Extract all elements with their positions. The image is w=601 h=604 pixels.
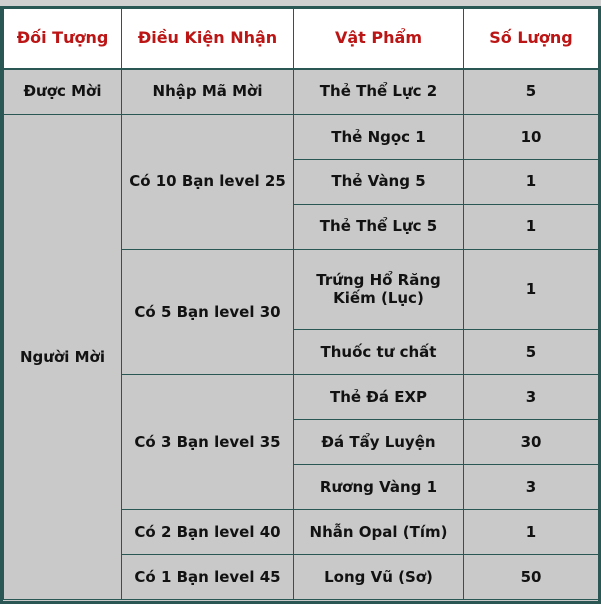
target-cell: Người Mời bbox=[3, 113, 122, 601]
column-header-item: Vật Phẩm bbox=[293, 8, 464, 70]
header-row: Đối Tượng Điều Kiện Nhận Vật Phẩm Số Lượ… bbox=[3, 8, 598, 70]
item-cell: Rương Vàng 1 bbox=[293, 464, 464, 511]
table-row: Được Mời Nhập Mã Mời Thẻ Thể Lực 25 bbox=[3, 68, 598, 115]
quantity-cell: 5 bbox=[463, 68, 598, 115]
reward-table-container: Đối Tượng Điều Kiện Nhận Vật Phẩm Số Lượ… bbox=[0, 6, 601, 604]
quantity-cell: 30 bbox=[463, 419, 598, 466]
quantity-cell: 1 bbox=[463, 248, 598, 331]
item-cell: Long Vũ (Sơ) bbox=[293, 553, 464, 601]
quantity-cell: 5 bbox=[463, 329, 598, 376]
condition-cell: Có 10 Bạn level 25 bbox=[121, 113, 294, 250]
quantity-cell: 3 bbox=[463, 374, 598, 421]
item-cell: Nhẫn Opal (Tím) bbox=[293, 509, 464, 555]
quantity-cell: 50 bbox=[463, 553, 598, 601]
quantity-cell: 1 bbox=[463, 203, 598, 250]
condition-cell: Có 2 Bạn level 40 bbox=[121, 509, 294, 555]
target-cell: Được Mời bbox=[3, 68, 122, 115]
item-cell: Thuốc tư chất bbox=[293, 329, 464, 376]
item-cell: Đá Tẩy Luyện bbox=[293, 419, 464, 466]
quantity-cell: 1 bbox=[463, 158, 598, 205]
condition-cell: Có 5 Bạn level 30 bbox=[121, 248, 294, 376]
column-header-target: Đối Tượng bbox=[3, 8, 122, 70]
item-cell: Thẻ Vàng 5 bbox=[293, 158, 464, 205]
item-cell: Thẻ Thể Lực 2 bbox=[293, 68, 464, 115]
item-cell: Thẻ Đá EXP bbox=[293, 374, 464, 421]
condition-cell: Nhập Mã Mời bbox=[121, 68, 294, 115]
quantity-cell: 10 bbox=[463, 113, 598, 160]
table-body: Được Mời Nhập Mã Mời Thẻ Thể Lực 2 5 Người M… bbox=[3, 68, 598, 601]
quantity-cell: 1 bbox=[463, 509, 598, 555]
reward-table-page: Đối Tượng Điều Kiện Nhận Vật Phẩm Số Lượ… bbox=[0, 0, 601, 604]
column-header-condition: Điều Kiện Nhận bbox=[121, 8, 294, 70]
condition-cell: Có 1 Bạn level 45 bbox=[121, 553, 294, 601]
table-header: Đối Tượng Điều Kiện Nhận Vật Phẩm Số Lượ… bbox=[3, 8, 598, 70]
item-cell: Trứng Hổ Răng Kiếm (Lục) bbox=[293, 248, 464, 331]
item-cell: Thẻ Ngọc 1 bbox=[293, 113, 464, 160]
column-header-quantity: Số Lượng bbox=[463, 8, 598, 70]
item-cell: Thẻ Thể Lực 5 bbox=[293, 203, 464, 250]
condition-cell: Có 3 Bạn level 35 bbox=[121, 374, 294, 511]
invite-reward-table: Đối Tượng Điều Kiện Nhận Vật Phẩm Số Lượ… bbox=[3, 8, 598, 601]
quantity-cell: 3 bbox=[463, 464, 598, 511]
table-row: Người Mời Có 10 Bạn level 25 Thẻ Ngọc 1 10 bbox=[3, 113, 598, 601]
